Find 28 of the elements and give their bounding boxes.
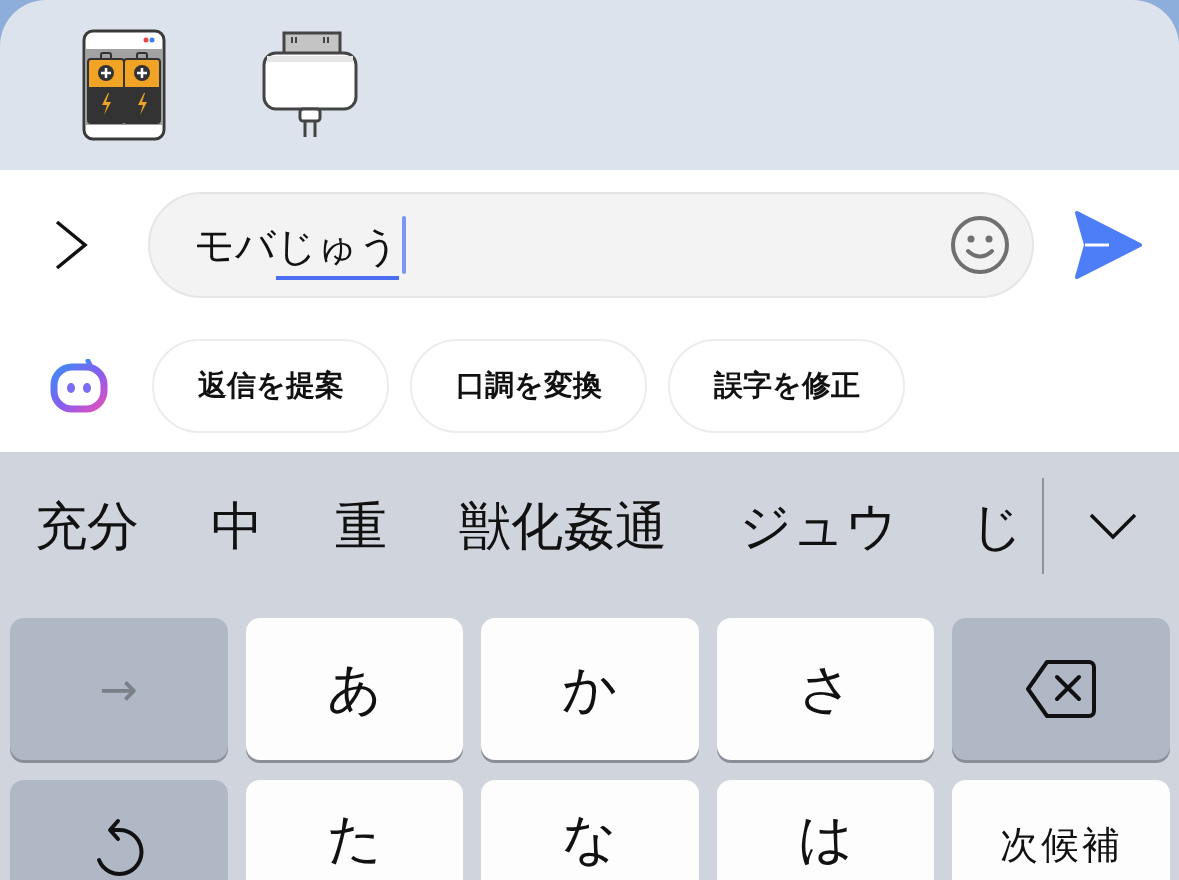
next-candidate-key[interactable]: 次候補 <box>952 780 1170 880</box>
cable-connector-icon[interactable] <box>262 31 358 139</box>
candidate-word[interactable]: 重 <box>335 494 387 558</box>
smiley-icon[interactable] <box>950 215 1010 275</box>
delete-key[interactable] <box>952 618 1170 760</box>
kana-key[interactable]: た <box>245 780 464 880</box>
suggestion-chip[interactable]: 誤字を修正 <box>668 339 905 433</box>
chevron-right-icon[interactable] <box>53 219 89 271</box>
backspace-icon <box>1025 659 1098 719</box>
candidate-word[interactable]: じ <box>970 494 1023 558</box>
chevron-down-icon[interactable] <box>1088 512 1138 540</box>
kana-key[interactable]: は <box>716 780 935 880</box>
text-cursor-icon <box>402 216 406 274</box>
message-input[interactable]: モバ じゅう <box>148 192 1034 298</box>
kana-key[interactable]: さ <box>716 618 935 760</box>
candidate-word[interactable]: 充分 <box>35 494 139 558</box>
kana-key[interactable]: あ <box>245 618 464 760</box>
battery-charger-icon[interactable] <box>82 29 166 141</box>
kana-key[interactable]: な <box>481 780 699 880</box>
candidate-word[interactable]: ジュウ <box>739 494 898 558</box>
candidate-word[interactable]: 中 <box>211 494 263 558</box>
assistant-face-icon[interactable] <box>50 359 108 413</box>
send-icon[interactable] <box>1073 210 1143 280</box>
suggestion-chip[interactable]: 返信を提案 <box>152 339 389 433</box>
undo-key[interactable] <box>10 780 228 880</box>
suggestion-chip[interactable]: 口調を変換 <box>410 339 647 433</box>
kana-key[interactable]: か <box>481 618 699 760</box>
candidate-word[interactable]: 獣化姦通 <box>459 494 667 558</box>
